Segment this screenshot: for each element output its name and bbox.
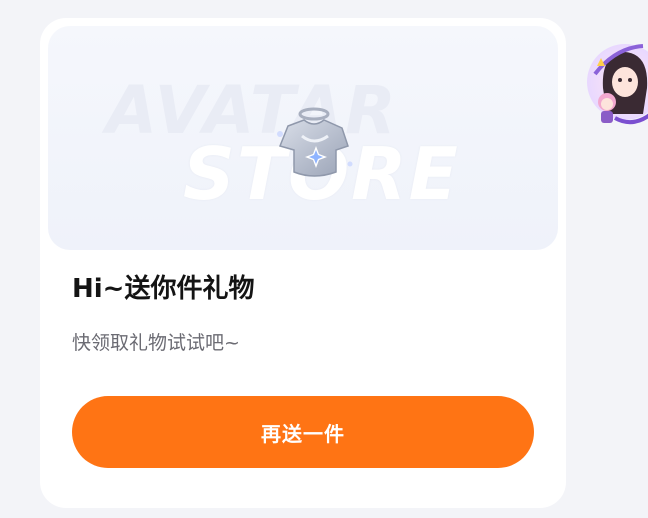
- gift-subtitle: 快领取礼物试试吧~: [72, 332, 240, 354]
- send-another-button[interactable]: 再送一件: [72, 396, 534, 468]
- gift-card: AVATAR STORE: [40, 18, 566, 508]
- avatar-store-banner: AVATAR STORE: [48, 26, 558, 250]
- sparkling-clothing-icon: [266, 106, 362, 190]
- anime-avatar-icon[interactable]: [585, 18, 648, 130]
- gift-title: Hi~送你件礼物: [72, 274, 255, 304]
